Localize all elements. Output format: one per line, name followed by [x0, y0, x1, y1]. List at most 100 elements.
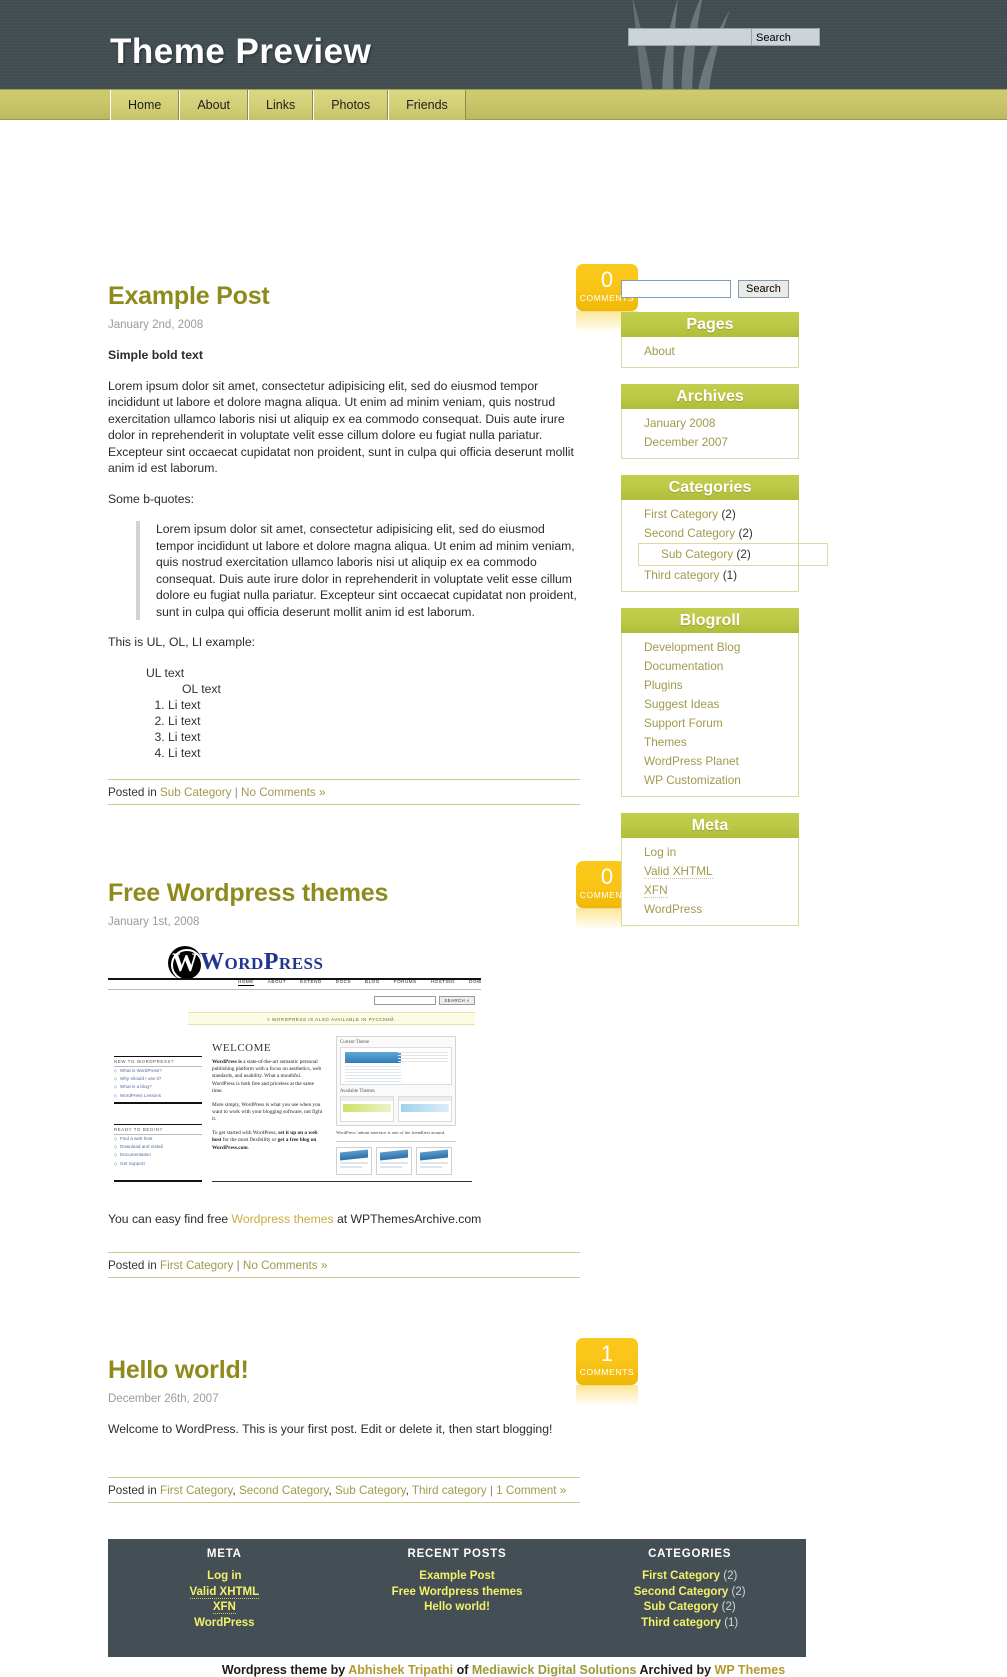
widget-link[interactable]: WP Customization [644, 773, 741, 787]
widget-link[interactable]: Sub Category [661, 547, 733, 561]
footer-link[interactable]: Sub Category [644, 1601, 719, 1613]
footer-item[interactable]: Valid XHTML [108, 1585, 341, 1601]
widget-link[interactable]: Third category [644, 568, 719, 582]
footer-item[interactable]: XFN [108, 1600, 341, 1616]
post-title[interactable]: Hello world! [108, 1356, 580, 1385]
footer-link[interactable]: Second Category [634, 1586, 729, 1598]
widget-link[interactable]: Themes [644, 735, 687, 749]
footer-item[interactable]: Log in [108, 1569, 341, 1585]
footer-link[interactable]: Free Wordpress themes [392, 1586, 523, 1598]
nav-item-home[interactable]: Home [110, 90, 180, 120]
post-category-link[interactable]: Second Category [239, 1484, 328, 1497]
credit-company-link[interactable]: Mediawick Digital Solutions [472, 1663, 637, 1677]
widget-link[interactable]: About [644, 344, 675, 358]
nav-item-about[interactable]: About [179, 90, 249, 120]
widget-link[interactable]: Suggest Ideas [644, 697, 719, 711]
nav-item-photos[interactable]: Photos [313, 90, 389, 120]
widget-link[interactable]: Support Forum [644, 716, 723, 730]
credit-author-link[interactable]: Abhishek Tripathi [348, 1663, 453, 1677]
footer-item[interactable]: Second Category (2) [573, 1585, 806, 1601]
footer-widgets: META Log in Valid XHTML XFN WordPress RE… [108, 1539, 806, 1657]
footer-item[interactable]: Sub Category (2) [573, 1600, 806, 1616]
footer-heading: RECENT POSTS [407, 1548, 507, 1560]
widget-link[interactable]: First Category [644, 507, 718, 521]
post-category-link[interactable]: Sub Category [160, 786, 231, 799]
widget-link[interactable]: Valid XHTML [644, 864, 713, 879]
main-navigation: Home About Links Photos Friends [0, 89, 1007, 120]
widget-item-sub[interactable]: Sub Category (2) [638, 543, 828, 566]
footer-link[interactable]: WordPress [194, 1617, 255, 1629]
footer-item[interactable]: First Category (2) [573, 1569, 806, 1585]
widget-link[interactable]: Development Blog [644, 640, 740, 654]
widget-link[interactable]: December 2007 [644, 435, 728, 449]
widget-item[interactable]: Third category (1) [622, 566, 798, 585]
nav-link-about[interactable]: About [180, 90, 248, 120]
widget-link[interactable]: XFN [644, 883, 668, 898]
footer-item[interactable]: Free Wordpress themes [341, 1585, 574, 1601]
wp-p3-before: To get started with WordPress, [212, 1129, 279, 1136]
footer-item[interactable]: WordPress [108, 1616, 341, 1632]
post-category-link[interactable]: First Category [160, 1484, 233, 1497]
widget-item[interactable]: About [622, 342, 798, 361]
widget-item[interactable]: Log in [622, 843, 798, 862]
footer-link[interactable]: Hello world! [424, 1601, 490, 1613]
wp-p3-after: . [247, 1144, 249, 1151]
widget-item[interactable]: Support Forum [622, 714, 798, 733]
nav-link-photos[interactable]: Photos [314, 90, 388, 120]
widget-item[interactable]: First Category (2) [622, 505, 798, 524]
widget-link[interactable]: Documentation [644, 659, 723, 673]
widget-item[interactable]: WP Customization [622, 771, 798, 790]
footer-item[interactable]: Third category (1) [573, 1616, 806, 1632]
post-category-link[interactable]: Third category [412, 1484, 487, 1497]
header-search-input[interactable] [628, 28, 752, 46]
footer-link[interactable]: First Category [642, 1570, 720, 1582]
widget-item[interactable]: Valid XHTML [622, 862, 798, 881]
widget-link[interactable]: January 2008 [644, 416, 716, 430]
widget-item[interactable]: Second Category (2) [622, 524, 798, 543]
widget-item[interactable]: WordPress Planet [622, 752, 798, 771]
credit-archiver-link[interactable]: WP Themes [715, 1663, 786, 1677]
widget-item[interactable]: Suggest Ideas [622, 695, 798, 714]
widget-link[interactable]: Plugins [644, 678, 683, 692]
nav-link-home[interactable]: Home [111, 90, 179, 120]
post-category-link[interactable]: First Category [160, 1259, 233, 1272]
widget-blogroll: Blogroll Development Blog Documentation … [621, 608, 799, 797]
widget-link[interactable]: WordPress [644, 902, 702, 916]
wp-current-theme-card: Current Theme Available Themes [336, 1035, 456, 1126]
footer-link[interactable]: Log in [207, 1570, 242, 1582]
post-title[interactable]: Free Wordpress themes [108, 879, 580, 908]
widget-item[interactable]: Documentation [622, 657, 798, 676]
footer-item[interactable]: Example Post [341, 1569, 574, 1585]
post-comments-link[interactable]: No Comments » [243, 1259, 327, 1272]
widget-item[interactable]: WordPress [622, 900, 798, 919]
nav-item-friends[interactable]: Friends [388, 90, 466, 120]
footer-item[interactable]: Hello world! [341, 1600, 574, 1616]
widget-item[interactable]: Development Blog [622, 638, 798, 657]
caption-link[interactable]: Wordpress themes [232, 1212, 334, 1226]
footer-column-recent-posts: RECENT POSTS Example Post Free Wordpress… [341, 1539, 574, 1657]
widget-item[interactable]: XFN [622, 881, 798, 900]
sidebar-search-input[interactable] [621, 280, 731, 298]
widget-link[interactable]: Log in [644, 845, 676, 859]
nav-item-links[interactable]: Links [248, 90, 314, 120]
post-comments-link[interactable]: 1 Comment » [496, 1484, 566, 1497]
widget-link[interactable]: WordPress Planet [644, 754, 739, 768]
widget-item[interactable]: December 2007 [622, 433, 798, 452]
post-title[interactable]: Example Post [108, 282, 580, 311]
widget-link[interactable]: Second Category [644, 526, 735, 540]
nav-link-links[interactable]: Links [249, 90, 313, 120]
sidebar-search-button[interactable]: Search [738, 280, 789, 298]
widget-item[interactable]: January 2008 [622, 414, 798, 433]
nav-link-friends[interactable]: Friends [389, 90, 465, 120]
footer-link[interactable]: Example Post [419, 1570, 494, 1582]
post-category-link[interactable]: Sub Category [335, 1484, 406, 1497]
widget-item[interactable]: Themes [622, 733, 798, 752]
footer-link[interactable]: Third category [641, 1617, 721, 1629]
widget-item[interactable]: Plugins [622, 676, 798, 695]
site-title: Theme Preview [110, 32, 372, 71]
post-comments-link[interactable]: No Comments » [241, 786, 325, 799]
header-search-button[interactable]: Search [752, 28, 820, 46]
comment-count-badge[interactable]: 1 COMMENTS [576, 1337, 638, 1407]
footer-link[interactable]: Valid XHTML [189, 1585, 260, 1599]
footer-link[interactable]: XFN [212, 1601, 236, 1614]
